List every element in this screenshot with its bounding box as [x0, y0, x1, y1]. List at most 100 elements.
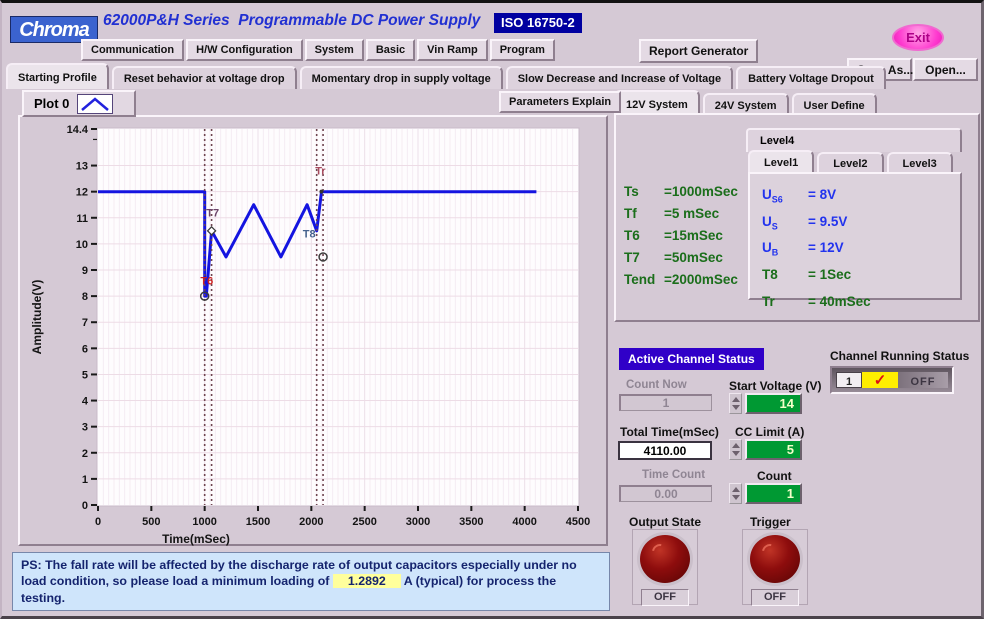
svg-text:5: 5: [82, 369, 88, 381]
timing-t6: T6=15mSec: [624, 225, 738, 247]
total-time-label: Total Time(mSec): [620, 425, 719, 439]
timing-tend: Tend=2000mSec: [624, 269, 738, 291]
cc-limit-label: CC Limit (A): [735, 425, 804, 439]
min-loading-value: 1.2892: [333, 574, 401, 588]
check-icon[interactable]: ✓: [862, 372, 898, 388]
svg-text:Amplitude(V): Amplitude(V): [30, 280, 44, 355]
system-parameter-panel: Level4 Level1 Level2 Level3 US6= 8V US= …: [614, 113, 980, 322]
time-count-field: 0.00: [619, 485, 712, 502]
menu-vin-ramp-button[interactable]: Vin Ramp: [417, 39, 488, 61]
svg-text:7: 7: [82, 317, 88, 329]
trigger-panel: OFF: [742, 529, 808, 605]
tab-reset-behavior[interactable]: Reset behavior at voltage drop: [112, 66, 297, 89]
timing-ts: Ts=1000mSec: [624, 181, 738, 203]
open-button[interactable]: Open...: [913, 58, 978, 81]
menu-communication-button[interactable]: Communication: [81, 39, 184, 61]
cc-limit-stepper[interactable]: [729, 439, 742, 460]
count-now-label: Count Now: [626, 379, 687, 391]
menu-bar: Communication H/W Configuration System B…: [81, 39, 555, 61]
count-control: 1: [729, 483, 802, 504]
trigger-label: Trigger: [750, 515, 791, 529]
output-state-panel: OFF: [632, 529, 698, 605]
level-value-us6: US6= 8V: [762, 184, 960, 211]
cc-limit-control: 5: [729, 439, 802, 460]
svg-text:3500: 3500: [459, 516, 483, 528]
channel-running-status-control[interactable]: 1 ✓ OFF: [830, 366, 954, 394]
tab-level1[interactable]: Level1: [748, 150, 814, 173]
svg-text:13: 13: [76, 161, 88, 173]
menu-program-button[interactable]: Program: [490, 39, 555, 61]
svg-text:1000: 1000: [192, 516, 216, 528]
tab-starting-profile[interactable]: Starting Profile: [6, 63, 109, 89]
timing-t7: T7=50mSec: [624, 247, 738, 269]
timing-parameters: Ts=1000mSec Tf=5 mSec T6=15mSec T7=50mSe…: [624, 181, 738, 291]
channel-number: 1: [836, 372, 862, 388]
tab-battery-voltage-dropout[interactable]: Battery Voltage Dropout: [736, 66, 886, 89]
svg-text:4500: 4500: [566, 516, 590, 528]
count-now-field: 1: [619, 394, 712, 411]
count-label: Count: [757, 469, 792, 483]
cc-limit-field[interactable]: 5: [745, 439, 802, 460]
level-value-ub: UB= 12V: [762, 237, 960, 264]
channel-running-status-label: Channel Running Status: [830, 349, 969, 363]
svg-text:0: 0: [82, 500, 88, 512]
svg-text:T7: T7: [206, 207, 219, 219]
ps-note: PS: The fall rate will be affected by th…: [12, 552, 610, 611]
waveform-chart: 01234567891011121314.4050010001500200025…: [18, 115, 608, 546]
report-generator-button[interactable]: Report Generator: [639, 39, 758, 63]
start-voltage-stepper[interactable]: [729, 393, 742, 414]
app-window: Chroma 62000P&H Series Programmable DC P…: [0, 0, 984, 619]
parameters-explain-button[interactable]: Parameters Explain: [499, 91, 621, 113]
svg-text:4000: 4000: [512, 516, 536, 528]
svg-text:6: 6: [82, 343, 88, 355]
start-voltage-field[interactable]: 14: [745, 393, 802, 414]
trigger-value: OFF: [751, 589, 799, 606]
trigger-knob[interactable]: [747, 532, 803, 586]
plot-selector[interactable]: Plot 0: [22, 90, 136, 117]
tab-level2[interactable]: Level2: [817, 152, 883, 173]
count-field[interactable]: 1: [745, 483, 802, 504]
total-time-field[interactable]: 4110.00: [618, 441, 712, 460]
app-title: 62000P&H Series Programmable DC Power Su…: [103, 12, 480, 30]
output-state-value: OFF: [641, 589, 689, 606]
svg-text:11: 11: [76, 213, 88, 225]
menu-system-button[interactable]: System: [305, 39, 364, 61]
test-profile-tabs: Starting Profile Reset behavior at volta…: [6, 63, 886, 89]
menu-basic-button[interactable]: Basic: [366, 39, 415, 61]
plot-label: Plot 0: [34, 96, 69, 111]
level-tabs: Level1 Level2 Level3: [748, 150, 953, 173]
timing-tf: Tf=5 mSec: [624, 203, 738, 225]
svg-text:9: 9: [82, 265, 88, 277]
active-channel-status-badge: Active Channel Status: [619, 348, 764, 370]
svg-text:8: 8: [82, 291, 88, 303]
svg-text:0: 0: [95, 516, 101, 528]
level-value-us: US= 9.5V: [762, 211, 960, 238]
level-value-tr: Tr= 40mSec: [762, 291, 960, 318]
svg-text:3000: 3000: [406, 516, 430, 528]
tab-level4[interactable]: Level4: [746, 128, 962, 152]
start-voltage-control: 14: [729, 393, 802, 414]
plot-legend-icon[interactable]: [77, 94, 113, 114]
svg-text:Tr: Tr: [315, 166, 326, 178]
svg-text:T8: T8: [303, 228, 316, 240]
running-state-value: OFF: [898, 372, 948, 388]
svg-text:2000: 2000: [299, 516, 323, 528]
svg-text:14.4: 14.4: [67, 124, 89, 136]
svg-text:12: 12: [76, 187, 88, 199]
svg-text:500: 500: [142, 516, 160, 528]
count-stepper[interactable]: [729, 483, 742, 504]
menu-hw-configuration-button[interactable]: H/W Configuration: [186, 39, 303, 61]
tab-level3[interactable]: Level3: [887, 152, 953, 173]
start-voltage-label: Start Voltage (V): [729, 379, 821, 393]
output-state-label: Output State: [629, 515, 701, 529]
svg-text:Time(mSec): Time(mSec): [162, 532, 230, 546]
tab-slow-decrease-increase[interactable]: Slow Decrease and Increase of Voltage: [506, 66, 733, 89]
chart-canvas: 01234567891011121314.4050010001500200025…: [20, 117, 606, 547]
svg-text:1: 1: [82, 474, 88, 486]
tab-momentary-drop[interactable]: Momentary drop in supply voltage: [300, 66, 503, 89]
svg-text:4: 4: [82, 396, 89, 408]
output-state-knob[interactable]: [637, 532, 693, 586]
svg-text:2: 2: [82, 448, 88, 460]
exit-button[interactable]: Exit: [892, 24, 944, 51]
iso-standard-badge: ISO 16750-2: [494, 13, 582, 33]
